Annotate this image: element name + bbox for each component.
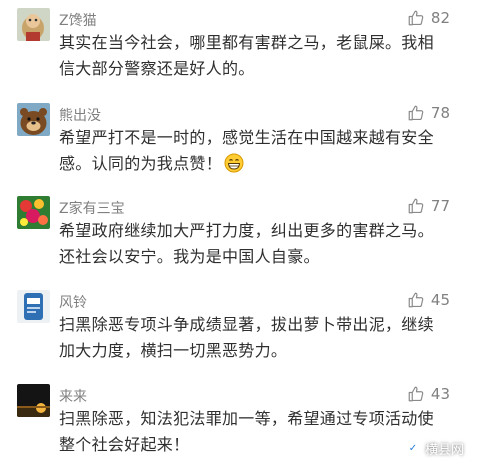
watermark: ✓ 横县网 (404, 439, 464, 458)
comment-author[interactable]: 熊出没 (59, 105, 101, 125)
comment-line: 扫黑除恶，知法犯法罪加一等，希望通过专项活动使 (59, 409, 434, 428)
watermark-text: 横县网 (424, 443, 464, 458)
comment-author[interactable]: Z家有三宝 (59, 198, 125, 218)
thumbs-up-icon (407, 104, 425, 122)
avatar[interactable] (17, 384, 50, 417)
like-count: 78 (430, 104, 450, 122)
like-count: 45 (430, 291, 450, 309)
like-count: 43 (430, 385, 450, 403)
comment-line: 信大部分警察还是好人的。 (59, 59, 255, 78)
comment-author[interactable]: Z馋猫 (59, 10, 97, 30)
comment-line: 整个社会好起来！ (59, 435, 190, 454)
comment-line: 希望严打不是一时的，感觉生活在中国越来越有安全 (59, 128, 434, 147)
watermark-logo-icon: ✓ (404, 440, 421, 457)
thumbs-up-icon (407, 291, 425, 309)
comment-line: 扫黑除恶专项斗争成绩显著，拔出萝卜带出泥，继续 (59, 315, 434, 334)
comment-author[interactable]: 风铃 (59, 292, 87, 312)
like-button[interactable]: 82 (407, 8, 450, 28)
like-count: 82 (430, 9, 450, 27)
comment-author[interactable]: 来来 (59, 386, 87, 406)
avatar[interactable] (17, 290, 50, 323)
comment-line: 还社会以安宁。我为是中国人自豪。 (59, 247, 320, 266)
comment-text: 其实在当今社会，哪里都有害群之马，老鼠屎。我相 信大部分警察还是好人的。 (59, 30, 454, 82)
comment-line: 感。认同的为我点赞！ (59, 151, 454, 177)
like-button[interactable]: 78 (407, 103, 450, 123)
comment-line: 加大力度，横扫一切黑恶势力。 (59, 341, 288, 360)
like-button[interactable]: 77 (407, 196, 450, 216)
comment-line-text: 感。认同的为我点赞！ (59, 154, 223, 173)
thumbs-up-icon (407, 385, 425, 403)
like-button[interactable]: 45 (407, 290, 450, 310)
avatar[interactable] (17, 196, 50, 229)
comment-line: 其实在当今社会，哪里都有害群之马，老鼠屎。我相 (59, 33, 434, 52)
avatar[interactable] (17, 8, 50, 41)
thumbs-up-icon (407, 9, 425, 27)
grin-emoji-icon (224, 153, 244, 173)
like-count: 77 (430, 197, 450, 215)
avatar[interactable] (17, 103, 50, 136)
comment-line: 希望政府继续加大严打力度，纠出更多的害群之马。 (59, 221, 434, 240)
comment-text: 希望政府继续加大严打力度，纠出更多的害群之马。 还社会以安宁。我为是中国人自豪。 (59, 218, 454, 270)
comment-text: 希望严打不是一时的，感觉生活在中国越来越有安全 感。认同的为我点赞！ (59, 125, 454, 177)
like-button[interactable]: 43 (407, 384, 450, 404)
thumbs-up-icon (407, 197, 425, 215)
comment-text: 扫黑除恶，知法犯法罪加一等，希望通过专项活动使 整个社会好起来！ (59, 406, 454, 458)
comment-text: 扫黑除恶专项斗争成绩显著，拔出萝卜带出泥，继续 加大力度，横扫一切黑恶势力。 (59, 312, 454, 364)
